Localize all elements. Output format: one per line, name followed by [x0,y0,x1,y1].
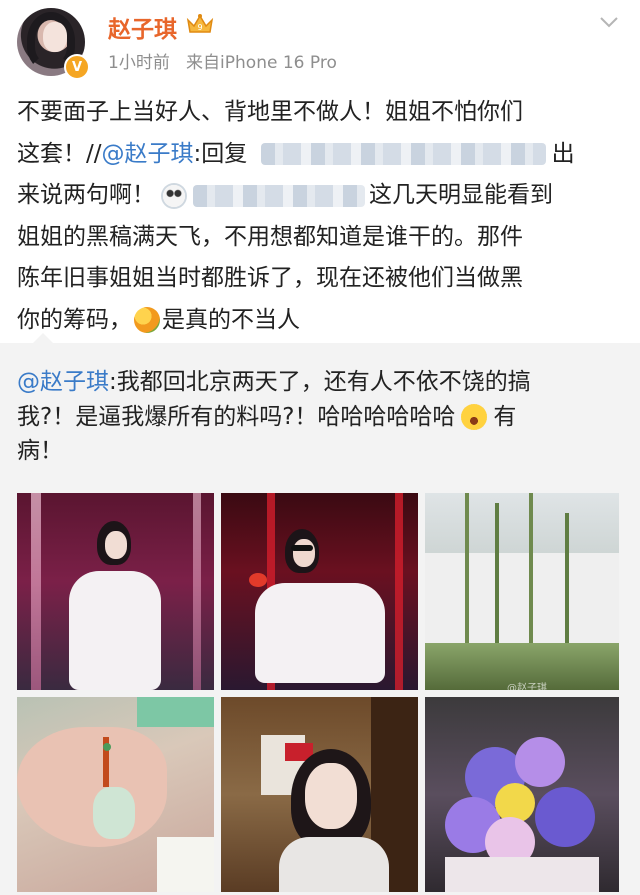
text-segment: 有 [493,403,517,430]
text-segment: 这几天明显能看到 [369,182,553,208]
post-header: V 赵子琪 9 1小时前 来自iPhone 16 Pro [0,0,640,90]
text-segment: 这套！// [17,140,102,167]
text-segment: :我都回北京两天了，还有人不依不饶的搞 [109,369,531,395]
photo-bamboo[interactable]: @赵子琪 [425,493,619,690]
laugh-emoji-icon [461,404,488,430]
repost-line: 我?！是逼我爆所有的料吗?！哈哈哈哈哈哈 有 [17,400,622,435]
ghost-emoji-icon [161,182,187,209]
image-watermark: @赵子琪 [507,683,547,690]
post-meta: 1小时前 来自iPhone 16 Pro [108,48,337,73]
repost-line: 病！ [17,438,63,464]
blurred-text [260,143,546,165]
mango-emoji-icon [134,307,160,333]
repost-text: @赵子琪:我都回北京两天了，还有人不依不饶的搞 我?！是逼我爆所有的料吗?！哈哈… [17,365,622,469]
blurred-text [193,184,365,207]
username[interactable]: 赵子琪 [108,10,177,44]
post-line: 这套！//@赵子琪:回复 出 [17,134,627,176]
mention-link[interactable]: @赵子琪 [102,141,194,167]
text-segment: 来说两句啊！ [17,182,155,208]
post-line: 姐姐的黑稿满天飞，不用想都知道是谁干的。那件 [17,223,523,250]
photo-selfie[interactable] [221,697,418,892]
verified-badge-icon: V [64,54,90,80]
photo-flowers[interactable] [425,697,619,892]
repost-line: @赵子琪:我都回北京两天了，还有人不依不饶的搞 [17,365,622,400]
post-source: 来自iPhone 16 Pro [186,53,337,73]
weibo-post: V 赵子琪 9 1小时前 来自iPhone 16 Pro 不要面子上当好人、背地… [0,0,640,895]
post-time: 1小时前 [108,53,170,73]
post-line: 不要面子上当好人、背地里不做人！姐姐不怕你们 [17,99,523,125]
text-segment: 我?！是逼我爆所有的料吗?！哈哈哈哈哈哈 [17,403,456,430]
text-segment: :回复 [193,140,248,167]
text-segment: 是真的不当人 [162,306,300,333]
avatar-face [43,22,67,52]
post-line: 陈年旧事姐姐当时都胜诉了，现在还被他们当做黑 [17,265,523,291]
text-segment: 出 [551,140,575,167]
chevron-down-icon[interactable] [598,14,620,30]
photo-stage-2[interactable] [221,493,418,690]
photo-stage-1[interactable] [17,493,214,690]
svg-text:9: 9 [197,23,202,32]
mention-link[interactable]: @赵子琪 [17,369,109,395]
crown-badge-icon: 9 [186,14,214,33]
photo-jade-pendant[interactable] [17,697,214,892]
post-line: 来说两句啊！ 这几天明显能看到 [17,175,627,217]
post-line: 你的筹码， 是真的不当人 [17,300,627,342]
post-body: 不要面子上当好人、背地里不做人！姐姐不怕你们 这套！//@赵子琪:回复 出 来说… [17,92,627,341]
text-segment: 你的筹码， [17,306,132,333]
